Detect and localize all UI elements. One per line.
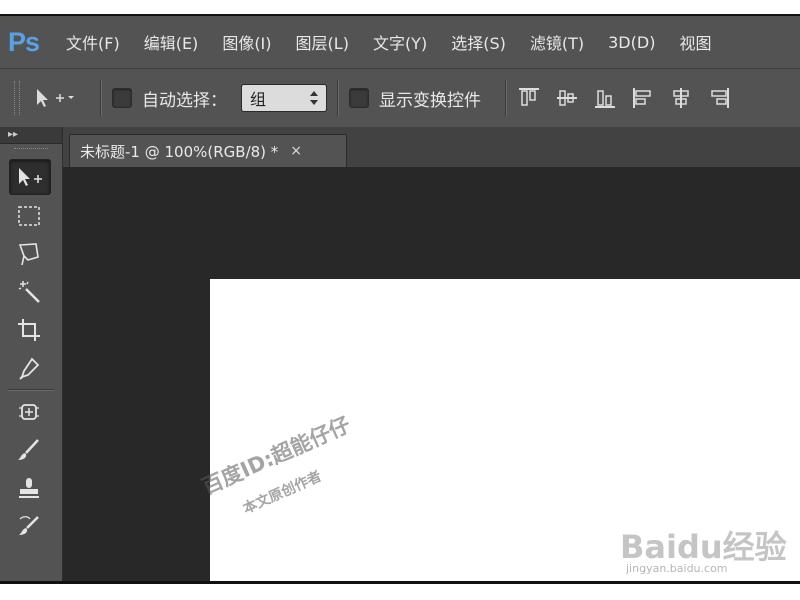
menu-file[interactable]: 文件(F) (66, 30, 120, 54)
updown-arrows-icon (310, 91, 318, 105)
menu-3d[interactable]: 3D(D) (608, 33, 655, 52)
show-transform-controls-checkbox[interactable] (349, 88, 369, 108)
menu-filter[interactable]: 滤镜(T) (530, 30, 584, 54)
separator (8, 389, 54, 391)
document-tab[interactable]: 未标题-1 @ 100%(RGB/8) * × (69, 134, 347, 167)
show-transform-controls-label: 显示变换控件 (379, 90, 481, 111)
auto-select-label: 自动选择： (142, 90, 227, 111)
options-bar-grip[interactable] (14, 81, 20, 115)
crop-tool-button[interactable] (9, 313, 49, 347)
rectangular-marquee-icon (18, 206, 40, 226)
polygonal-lasso-icon (18, 243, 39, 266)
history-brush-tool-button[interactable] (9, 509, 49, 543)
brush-icon (18, 439, 39, 460)
auto-select-target-value: 组 (250, 90, 267, 109)
align-right-edges-icon[interactable] (707, 86, 731, 110)
history-brush-icon (19, 516, 39, 535)
align-horizontal-centers-icon[interactable] (669, 86, 693, 110)
document-tab-title: 未标题-1 @ 100%(RGB/8) * (80, 142, 279, 161)
separator (337, 80, 339, 116)
menu-type[interactable]: 文字(Y) (373, 30, 427, 54)
menu-bar: Ps 文件(F) 编辑(E) 图像(I) 图层(L) 文字(Y) 选择(S) 滤… (0, 16, 800, 68)
close-icon[interactable]: × (290, 143, 302, 159)
menu-edit[interactable]: 编辑(E) (144, 30, 199, 54)
align-left-edges-icon[interactable] (631, 86, 655, 110)
document-workspace: 未标题-1 @ 100%(RGB/8) * × (63, 127, 800, 581)
spot-healing-brush-icon (19, 404, 39, 420)
separator (505, 80, 507, 116)
auto-select-target-dropdown[interactable]: 组 (241, 84, 327, 112)
clone-stamp-tool-button[interactable] (9, 471, 49, 505)
auto-select-checkbox[interactable] (112, 88, 132, 108)
align-vertical-centers-icon[interactable] (555, 86, 579, 110)
eyedropper-tool-button[interactable] (9, 351, 49, 385)
photoshop-window: Ps 文件(F) 编辑(E) 图像(I) 图层(L) 文字(Y) 选择(S) 滤… (0, 14, 800, 584)
options-bar: 自动选择： 组 显示变换控件 (0, 68, 800, 128)
tools-panel-grip[interactable] (14, 148, 48, 155)
crop-icon (18, 319, 40, 341)
menu-image[interactable]: 图像(I) (222, 30, 271, 54)
move-tool-button[interactable] (9, 159, 51, 195)
align-bottom-edges-icon[interactable] (593, 86, 617, 110)
separator (100, 80, 102, 116)
menu-select[interactable]: 选择(S) (451, 30, 506, 54)
baidu-jingyan-watermark-url: jingyan.baidu.com (626, 562, 728, 575)
align-buttons-group (517, 86, 745, 110)
magic-wand-icon (18, 281, 40, 303)
align-top-edges-icon[interactable] (517, 86, 541, 110)
magic-wand-tool-button[interactable] (9, 275, 49, 309)
marquee-tool-button[interactable] (9, 199, 49, 233)
menu-view[interactable]: 视图 (679, 30, 711, 54)
lasso-tool-button[interactable] (9, 237, 49, 271)
clone-stamp-icon (19, 478, 39, 498)
spot-healing-tool-button[interactable] (9, 395, 49, 429)
tools-panel: ▸▸ (0, 127, 63, 581)
move-tool-icon (19, 168, 42, 186)
move-tool-icon (37, 89, 74, 107)
brush-tool-button[interactable] (9, 433, 49, 467)
tool-preset-picker[interactable] (34, 86, 90, 110)
photoshop-logo: Ps (8, 27, 40, 57)
tools-panel-collapse-icon[interactable]: ▸▸ (0, 127, 62, 144)
document-tab-bar: 未标题-1 @ 100%(RGB/8) * × (63, 127, 800, 167)
menu-layer[interactable]: 图层(L) (296, 30, 349, 54)
eyedropper-icon (19, 357, 40, 380)
